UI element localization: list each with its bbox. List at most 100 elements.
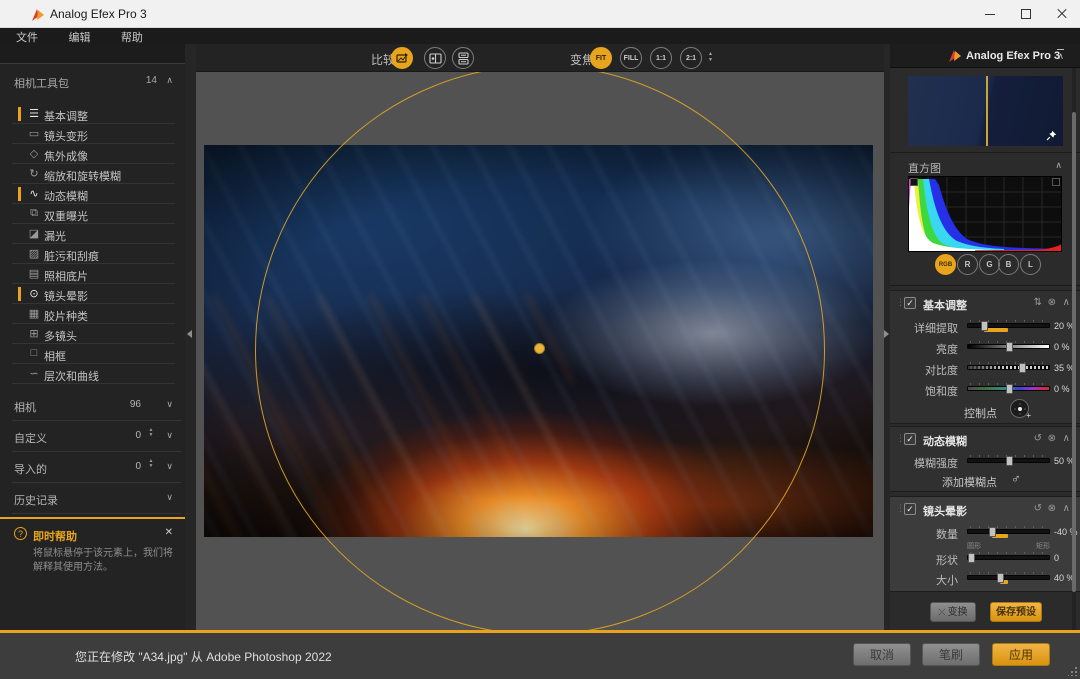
zoom-fit-button[interactable]: FIT	[590, 47, 612, 69]
vignette-center-handle[interactable]	[534, 343, 545, 354]
slider-handle[interactable]	[997, 573, 1004, 583]
reorder-icon[interactable]: ⇅	[1034, 297, 1042, 308]
compare-image-icon	[396, 52, 409, 65]
vignette-size-slider[interactable]	[967, 575, 1050, 580]
collection-history[interactable]: 历史记录 ∨	[0, 483, 185, 514]
tool-lens-distortion[interactable]: ▭镜头变形	[0, 124, 185, 144]
reset-icon[interactable]: ↺	[1034, 503, 1042, 514]
chevron-up-icon[interactable]: ∧	[1055, 160, 1062, 171]
add-control-point-icon[interactable]: +	[1010, 399, 1029, 418]
slider-handle[interactable]	[989, 527, 996, 537]
camera-toolkit-count: 14	[146, 75, 157, 86]
left-panel-collapse-strip[interactable]	[185, 44, 196, 630]
tool-lens-vignette[interactable]: ⊙镜头晕影	[0, 284, 185, 304]
menu-help[interactable]: 帮助	[108, 28, 156, 45]
remove-icon[interactable]: ⊗	[1048, 297, 1056, 308]
compare-sidebyside-button[interactable]	[452, 47, 474, 69]
collection-cameras[interactable]: 相机 96 ∨	[0, 390, 185, 421]
collapse-left-icon[interactable]	[187, 330, 192, 338]
collection-imported[interactable]: 导入的 0 ▲▼ ∨	[0, 452, 185, 483]
enable-checkbox[interactable]: ✓	[904, 297, 916, 309]
collapse-right-icon[interactable]	[884, 330, 889, 338]
vignette-shape-slider[interactable]	[967, 555, 1050, 560]
chevron-down-icon[interactable]: ∨	[166, 492, 173, 503]
collapse-icon[interactable]: ∧	[1063, 433, 1070, 444]
tool-multi-lens[interactable]: ⊞多镜头	[0, 324, 185, 344]
enable-checkbox[interactable]: ✓	[904, 503, 916, 515]
transform-button[interactable]: ⤬变换	[930, 602, 976, 622]
stepper-icon[interactable]: ▲▼	[147, 459, 155, 469]
pin-icon[interactable]	[1046, 130, 1057, 141]
tool-light-leaks[interactable]: ◪漏光	[0, 224, 185, 244]
tool-levels-curves[interactable]: ∽层次和曲线	[0, 364, 185, 384]
collection-custom[interactable]: 自定义 0 ▲▼ ∨	[0, 421, 185, 452]
tool-frames[interactable]: □相框	[0, 344, 185, 364]
chevron-down-icon[interactable]: ∨	[166, 430, 173, 441]
chevron-down-icon[interactable]: ∨	[166, 399, 173, 410]
before-after-split-line[interactable]	[986, 76, 988, 146]
menu-file[interactable]: 文件	[3, 28, 51, 45]
zoom-stepper-icon[interactable]: ▲▼	[706, 51, 715, 63]
cancel-button[interactable]: 取消	[853, 643, 911, 666]
frame-icon: □	[27, 347, 41, 359]
brightness-slider[interactable]	[967, 344, 1050, 349]
tool-bokeh[interactable]: ◇焦外成像	[0, 144, 185, 164]
detail-extraction-slider[interactable]	[967, 323, 1050, 328]
app-window: Analog Efex Pro 3 文件 编辑 帮助 相机工具包 14 ∧ ☰基…	[0, 0, 1080, 679]
slider-handle[interactable]	[981, 321, 988, 331]
enable-checkbox[interactable]: ✓	[904, 433, 916, 445]
collapse-icon[interactable]: ∧	[1063, 503, 1070, 514]
vignette-amount-slider[interactable]	[967, 529, 1050, 534]
chevron-up-icon[interactable]: ∧	[166, 75, 173, 86]
brush-button[interactable]: 笔刷	[922, 643, 980, 666]
instant-help-text: 将鼠标悬停于该元素上，我们将解释其使用方法。	[33, 547, 175, 575]
saturation-slider[interactable]	[967, 386, 1050, 391]
tool-basic-adjustments[interactable]: ☰基本调整	[0, 104, 185, 124]
maximize-button[interactable]	[1008, 0, 1044, 28]
slider-contrast: 对比度 35 %	[890, 359, 1080, 377]
tool-motion-blur[interactable]: ∿动态模糊	[0, 184, 185, 204]
contrast-slider[interactable]	[967, 365, 1050, 370]
minimize-button[interactable]	[972, 0, 1008, 28]
channel-l-button[interactable]: L	[1020, 254, 1041, 275]
zoom-2-1-button[interactable]: 2:1	[680, 47, 702, 69]
resize-grip[interactable]	[1068, 667, 1077, 676]
apply-button[interactable]: 应用	[992, 643, 1050, 666]
zoom-1-1-button[interactable]: 1:1	[650, 47, 672, 69]
tool-zoom-rotate-blur[interactable]: ↻缩放和旋转模糊	[0, 164, 185, 184]
right-panel-header: Analog Efex Pro 3 ∧	[890, 44, 1080, 68]
collapse-icon[interactable]: ∧	[1063, 297, 1070, 308]
add-blur-point-icon[interactable]: ♂	[1011, 471, 1021, 486]
close-button[interactable]	[1044, 0, 1080, 28]
compare-toggle-button[interactable]	[391, 47, 413, 69]
channel-r-button[interactable]: R	[957, 254, 978, 275]
preview-thumbnail[interactable]	[908, 76, 1063, 146]
blur-strength-slider[interactable]	[967, 458, 1050, 463]
compare-split-button[interactable]	[424, 47, 446, 69]
slider-handle[interactable]	[968, 553, 975, 563]
tool-photo-plate[interactable]: ▤照相底片	[0, 264, 185, 284]
channel-rgb-button[interactable]: RGB	[935, 254, 956, 275]
tool-dirt-scratches[interactable]: ▨脏污和刮痕	[0, 244, 185, 264]
remove-icon[interactable]: ⊗	[1048, 433, 1056, 444]
save-preset-button[interactable]: 保存预设	[990, 602, 1042, 622]
collapse-panel-icon[interactable]: ∧	[1057, 49, 1064, 62]
dirt-scratches-icon: ▨	[27, 247, 41, 260]
slider-handle[interactable]	[1006, 456, 1013, 466]
close-icon[interactable]: ✕	[165, 527, 173, 538]
slider-handle[interactable]	[1006, 342, 1013, 352]
reset-icon[interactable]: ↺	[1034, 433, 1042, 444]
slider-handle[interactable]	[1019, 363, 1026, 373]
tool-film-types[interactable]: ▦胶片种类	[0, 304, 185, 324]
chevron-down-icon[interactable]: ∨	[166, 461, 173, 472]
stepper-icon[interactable]: ▲▼	[147, 428, 155, 438]
tool-double-exposure[interactable]: ⧉双重曝光	[0, 204, 185, 224]
channel-g-button[interactable]: G	[979, 254, 1000, 275]
channel-b-button[interactable]: B	[998, 254, 1019, 275]
scrollbar-thumb[interactable]	[1072, 112, 1076, 592]
zoom-fill-button[interactable]: FILL	[620, 47, 642, 69]
remove-icon[interactable]: ⊗	[1048, 503, 1056, 514]
menu-edit[interactable]: 编辑	[55, 28, 103, 45]
slider-handle[interactable]	[1006, 384, 1013, 394]
camera-toolkit-header[interactable]: 相机工具包 14 ∧	[0, 72, 185, 94]
